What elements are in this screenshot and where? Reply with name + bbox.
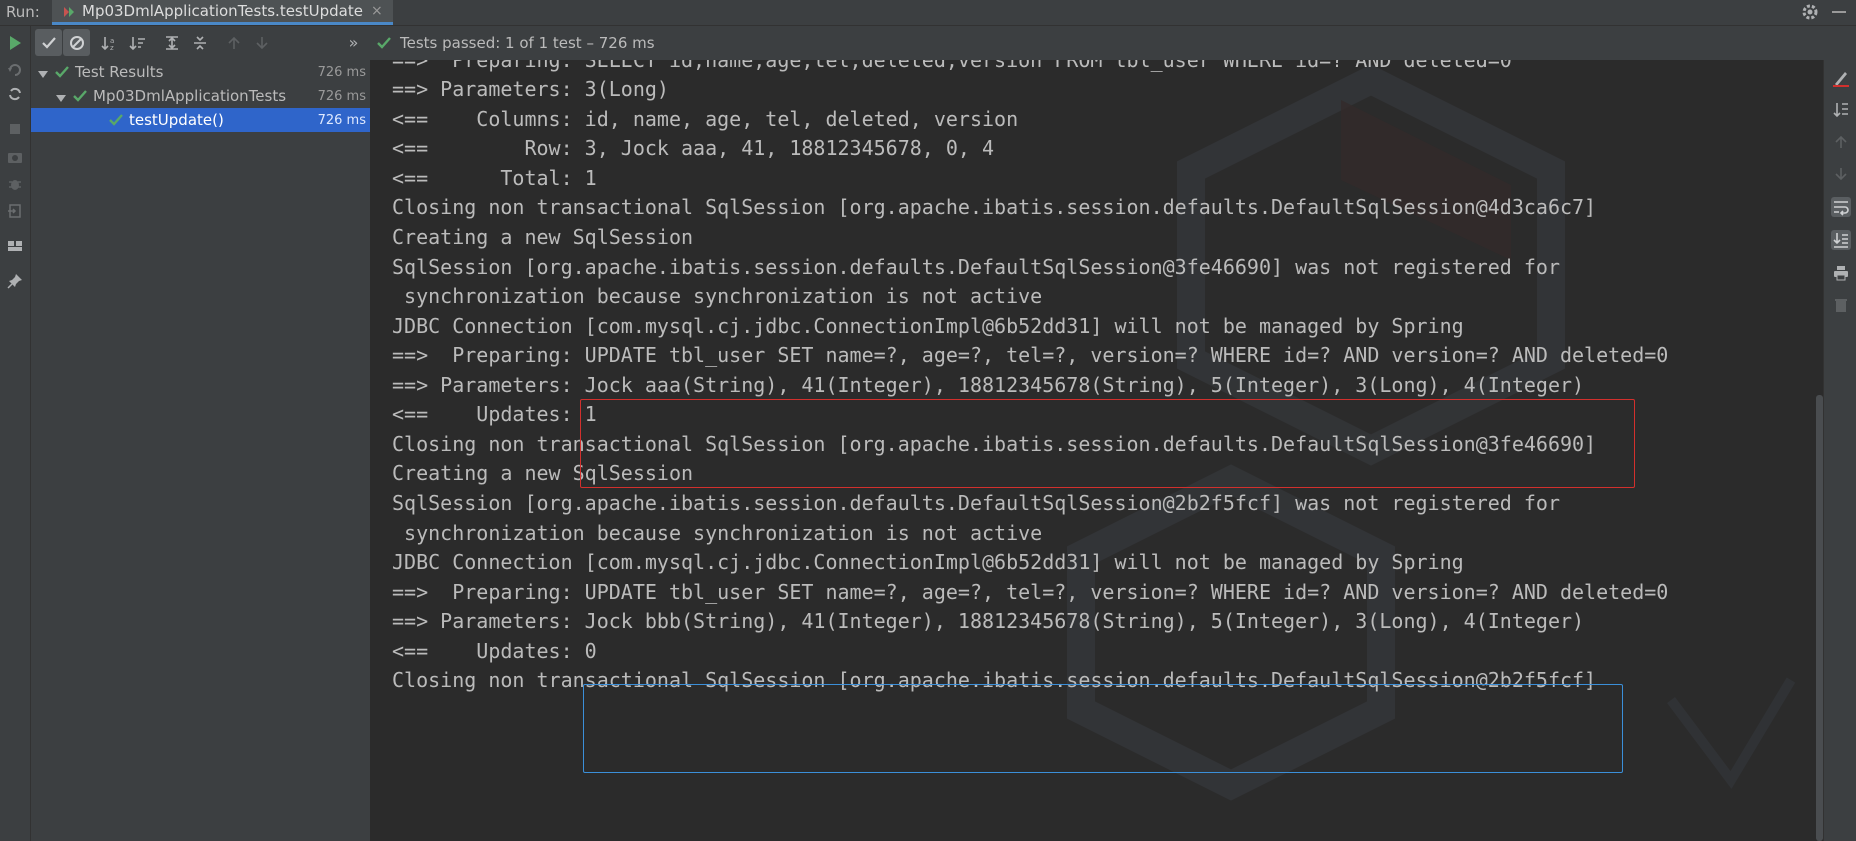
- highlight-box-update-failed: [583, 684, 1623, 773]
- log-line: ==> Parameters: 3(Long): [392, 77, 669, 101]
- sort-alphabetically-icon[interactable]: az: [96, 29, 123, 56]
- run-side-toolbar: [0, 26, 31, 841]
- toggle-auto-test-icon[interactable]: [6, 85, 24, 103]
- tree-item-label: Test Results: [75, 63, 164, 81]
- down-arrow-icon[interactable]: [1831, 164, 1851, 184]
- log-line: Closing non transactional SqlSession [or…: [392, 195, 1597, 219]
- soft-wrap-icon[interactable]: [1831, 197, 1851, 217]
- scroll-to-end-icon[interactable]: [1831, 230, 1851, 250]
- log-line: synchronization because synchronization …: [392, 521, 1043, 545]
- test-status-bar: Tests passed: 1 of 1 test – 726 ms: [370, 26, 1856, 60]
- more-actions-button[interactable]: »: [340, 29, 367, 56]
- log-line: <== Updates: 1: [392, 402, 597, 426]
- exit-icon[interactable]: [6, 202, 24, 220]
- passed-check-icon: [55, 65, 69, 79]
- tree-row-test-class[interactable]: Mp03DmlApplicationTests 726 ms: [31, 84, 370, 108]
- run-label: Run:: [6, 3, 40, 21]
- log-line: <== Total: 1: [392, 166, 597, 190]
- log-line: ==> Preparing: UPDATE tbl_user SET name=…: [392, 580, 1669, 604]
- log-line: JDBC Connection [com.mysql.cj.jdbc.Conne…: [392, 314, 1464, 338]
- expand-all-icon[interactable]: [158, 29, 185, 56]
- log-line: <== Updates: 0: [392, 639, 597, 663]
- tree-item-duration: 726 ms: [317, 88, 366, 104]
- log-line: ==> Parameters: Jock bbb(String), 41(Int…: [392, 609, 1585, 633]
- previous-failed-icon[interactable]: [220, 29, 247, 56]
- test-config-icon: [62, 4, 76, 18]
- log-line: ==> Preparing: SELECT id,name,age,tel,de…: [392, 60, 1512, 72]
- sort-by-duration-icon[interactable]: [124, 29, 151, 56]
- passed-check-icon: [109, 113, 123, 127]
- check-icon: [376, 35, 392, 51]
- tree-item-duration: 726 ms: [317, 64, 366, 80]
- highlight-box-update-success: [580, 399, 1635, 488]
- log-line: Creating a new SqlSession: [392, 225, 694, 249]
- test-results-tree: Test Results 726 ms Mp03DmlApplicationTe…: [31, 60, 371, 841]
- sort-up-down-icon[interactable]: [1831, 100, 1851, 120]
- show-passed-icon[interactable]: [35, 29, 62, 56]
- console-side-toolbar: [1823, 60, 1856, 841]
- log-line: JDBC Connection [com.mysql.cj.jdbc.Conne…: [392, 550, 1464, 574]
- tree-item-label: Mp03DmlApplicationTests: [93, 87, 287, 105]
- log-line: <== Row: 3, Jock aaa, 41, 18812345678, 0…: [392, 136, 995, 160]
- log-line: ==> Preparing: UPDATE tbl_user SET name=…: [392, 343, 1669, 367]
- console-output[interactable]: ==> Preparing: SELECT id,name,age,tel,de…: [371, 60, 1823, 841]
- rerun-icon[interactable]: [6, 34, 24, 52]
- minimize-icon[interactable]: [1832, 11, 1846, 13]
- passed-check-icon: [73, 89, 87, 103]
- run-tool-window-header: Run: Mp03DmlApplicationTests.testUpdate …: [0, 0, 1856, 26]
- print-icon[interactable]: [1831, 263, 1851, 283]
- log-line: ==> Parameters: Jock aaa(String), 41(Int…: [392, 373, 1585, 397]
- chevron-down-icon[interactable]: [37, 66, 49, 78]
- log-line: synchronization because synchronization …: [392, 284, 1043, 308]
- svg-text:z: z: [110, 44, 114, 51]
- debug-bug-icon[interactable]: [6, 175, 24, 193]
- run-tab-title: Mp03DmlApplicationTests.testUpdate: [82, 2, 363, 20]
- rerun-failed-icon[interactable]: [6, 61, 24, 79]
- chevron-down-icon[interactable]: [55, 90, 67, 102]
- tree-item-label: testUpdate(): [129, 111, 224, 129]
- collapse-all-icon[interactable]: [186, 29, 213, 56]
- log-line: SqlSession [org.apache.ibatis.session.de…: [392, 255, 1560, 279]
- gear-icon[interactable]: [1800, 2, 1820, 22]
- console-scrollbar-thumb[interactable]: [1816, 395, 1823, 841]
- next-failed-icon[interactable]: [248, 29, 275, 56]
- run-config-tab[interactable]: Mp03DmlApplicationTests.testUpdate ×: [52, 0, 393, 25]
- layout-icon[interactable]: [6, 237, 24, 255]
- camera-icon[interactable]: [6, 148, 24, 166]
- test-tree-toolbar: az »: [31, 26, 370, 60]
- tree-item-duration: 726 ms: [317, 112, 366, 128]
- tests-passed-status: Tests passed: 1 of 1 test – 726 ms: [400, 34, 655, 52]
- log-line: <== Columns: id, name, age, tel, deleted…: [392, 107, 1019, 131]
- stop-icon[interactable]: [6, 120, 24, 138]
- trash-icon[interactable]: [1831, 295, 1851, 315]
- log-line: SqlSession [org.apache.ibatis.session.de…: [392, 491, 1560, 515]
- show-ignored-icon[interactable]: [63, 29, 90, 56]
- up-arrow-icon[interactable]: [1831, 132, 1851, 152]
- pin-icon[interactable]: [6, 272, 24, 290]
- tree-row-test-method[interactable]: testUpdate() 726 ms: [31, 108, 370, 132]
- clear-all-icon[interactable]: [1831, 68, 1851, 88]
- tree-row-test-results[interactable]: Test Results 726 ms: [31, 60, 370, 84]
- close-tab-icon[interactable]: ×: [371, 3, 383, 19]
